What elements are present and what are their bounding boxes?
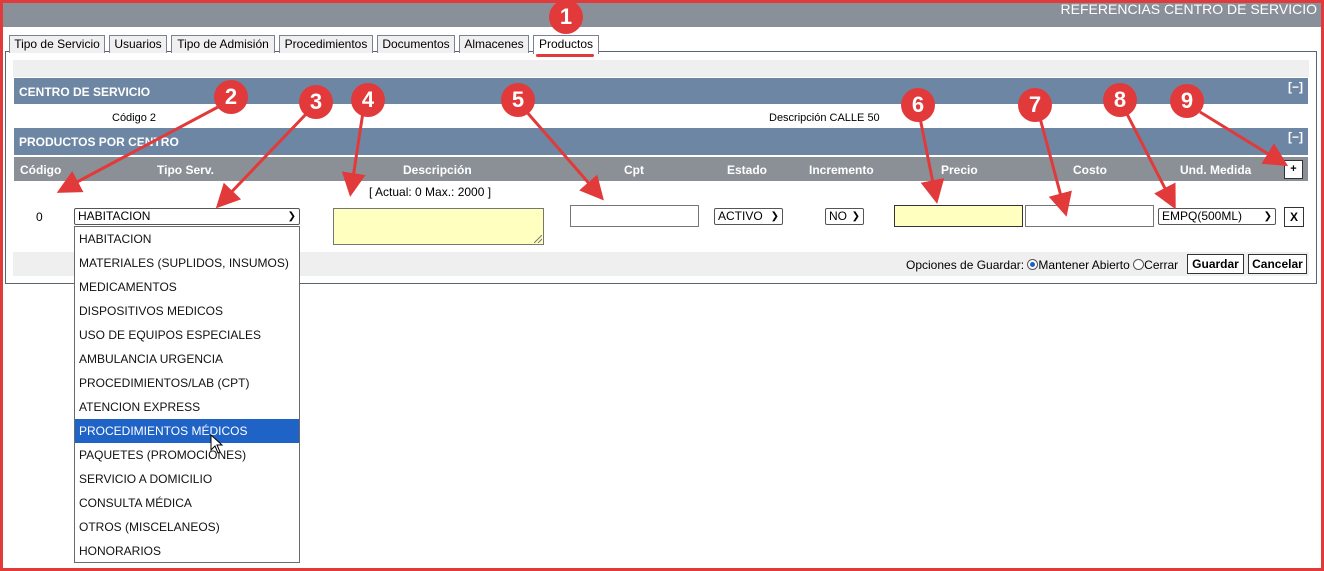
arrow-8 [1124, 111, 1176, 210]
annotation-marker-2: 2 [214, 80, 248, 114]
annotation-marker-3: 3 [299, 85, 333, 119]
arrow-4 [341, 111, 366, 197]
annotation-marker-6: 6 [901, 88, 935, 122]
annotation-marker-1: 1 [549, 0, 583, 34]
annotation-marker-7: 7 [1018, 88, 1052, 122]
arrow-7 [1038, 117, 1072, 217]
arrow-3 [215, 110, 310, 209]
annotation-marker-9: 9 [1170, 84, 1204, 118]
annotation-marker-8: 8 [1103, 83, 1137, 117]
arrow-5 [523, 109, 604, 201]
arrow-9 [1199, 110, 1289, 167]
arrow-2 [56, 105, 219, 193]
annotation-marker-5: 5 [501, 83, 535, 117]
annotation-marker-4: 4 [351, 83, 385, 117]
arrow-6 [918, 117, 945, 204]
